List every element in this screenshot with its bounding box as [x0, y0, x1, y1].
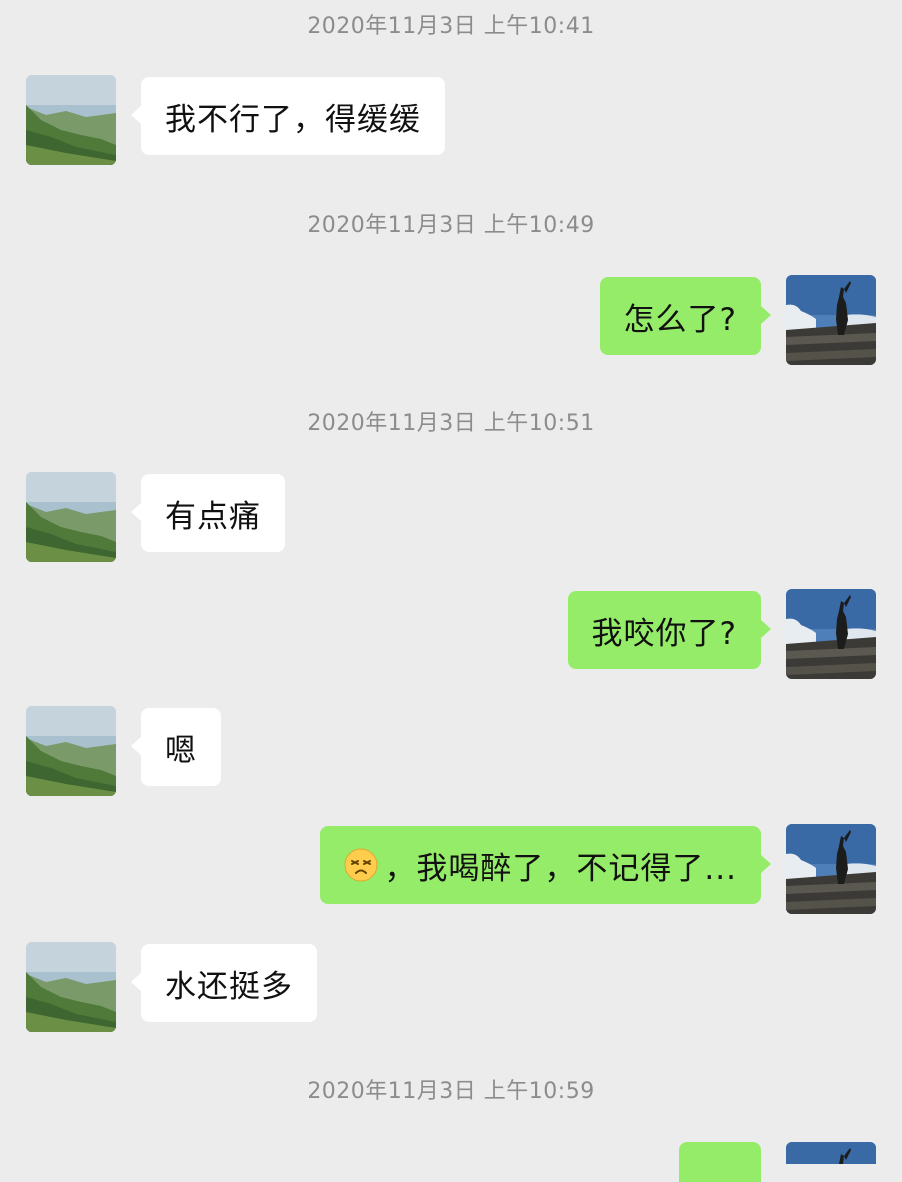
message-text: 我咬你了?: [591, 615, 737, 652]
dizzy-face-emoji-icon: [344, 848, 378, 882]
silhouette-sky-avatar-image: [786, 824, 876, 914]
self-avatar[interactable]: [786, 1142, 876, 1164]
mountain-landscape-avatar-image: [26, 75, 116, 165]
incoming-message-bubble[interactable]: 嗯: [131, 708, 221, 786]
message-text: 嗯: [165, 732, 197, 769]
silhouette-sky-avatar-image: [786, 1142, 876, 1164]
self-avatar[interactable]: [786, 275, 876, 365]
timestamp: 2020年11月3日 上午10:49: [307, 213, 595, 238]
timestamp: 2020年11月3日 上午10:41: [307, 14, 595, 39]
incoming-message-bubble[interactable]: 有点痛: [131, 474, 285, 552]
message-text: ，我喝醉了，不记得了...: [384, 850, 737, 887]
incoming-message-bubble[interactable]: 我不行了，得缓缓: [131, 77, 445, 155]
self-avatar[interactable]: [786, 824, 876, 914]
incoming-message-bubble[interactable]: 水还挺多: [131, 944, 317, 1022]
timestamp: 2020年11月3日 上午10:51: [307, 411, 595, 436]
timestamp: 2020年11月3日 上午10:59: [307, 1079, 595, 1104]
contact-avatar[interactable]: [26, 942, 116, 1032]
mountain-landscape-avatar-image: [26, 472, 116, 562]
outgoing-message-bubble[interactable]: ，我喝醉了，不记得了...: [320, 826, 771, 904]
outgoing-message-bubble[interactable]: 我咬你了?: [567, 591, 772, 669]
chat-window: 2020年11月3日 上午10:41 我不行了，得缓缓 2020年11月3日 上…: [0, 0, 902, 1182]
message-text: 水还挺多: [165, 968, 293, 1005]
message-text: 我不行了，得缓缓: [165, 101, 421, 138]
mountain-landscape-avatar-image: [26, 706, 116, 796]
mountain-landscape-avatar-image: [26, 942, 116, 1032]
silhouette-sky-avatar-image: [786, 589, 876, 679]
contact-avatar[interactable]: [26, 472, 116, 562]
contact-avatar[interactable]: [26, 706, 116, 796]
self-avatar[interactable]: [786, 589, 876, 679]
outgoing-message-bubble[interactable]: 怎么了?: [599, 277, 772, 355]
outgoing-message-bubble[interactable]: [679, 1142, 761, 1182]
silhouette-sky-avatar-image: [786, 275, 876, 365]
contact-avatar[interactable]: [26, 75, 116, 165]
message-text: 怎么了?: [623, 301, 737, 338]
message-text: 有点痛: [165, 498, 261, 535]
